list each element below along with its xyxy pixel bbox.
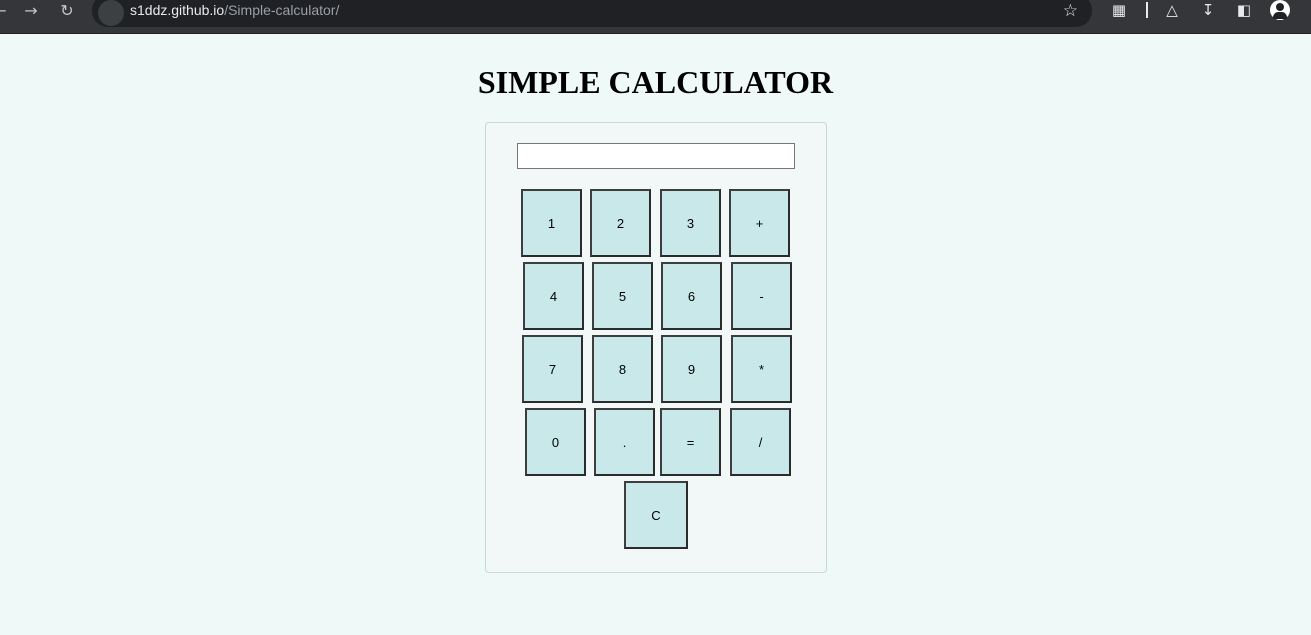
key-multiply-button[interactable]: *: [731, 335, 792, 403]
key-7-button[interactable]: 7: [522, 335, 583, 403]
key-minus-button[interactable]: -: [731, 262, 792, 330]
key-4-button[interactable]: 4: [523, 262, 584, 330]
key-5-button[interactable]: 5: [592, 262, 653, 330]
profile-avatar-icon[interactable]: [1270, 0, 1290, 20]
toolbar-divider: [1146, 2, 1148, 18]
labs-flask-icon[interactable]: △: [1161, 0, 1183, 20]
key-8-button[interactable]: 8: [592, 335, 653, 403]
page-title: SIMPLE CALCULATOR: [477, 64, 834, 100]
url-host: s1ddz.github.io: [130, 2, 225, 18]
key-1-button[interactable]: 1: [521, 189, 582, 257]
key-6-button[interactable]: 6: [661, 262, 722, 330]
key-0-button[interactable]: 0: [525, 408, 586, 476]
key-decimal-button[interactable]: .: [594, 408, 655, 476]
side-panel-icon[interactable]: ◧: [1233, 0, 1255, 20]
address-bar[interactable]: s1ddz.github.io/Simple-calculator/ ☆: [92, 0, 1092, 27]
back-arrow-icon[interactable]: ←: [0, 0, 12, 20]
forward-arrow-icon[interactable]: →: [19, 0, 43, 20]
key-plus-button[interactable]: +: [729, 189, 790, 257]
key-equals-button[interactable]: =: [660, 408, 721, 476]
key-clear-button[interactable]: C: [624, 481, 688, 549]
key-9-button[interactable]: 9: [661, 335, 722, 403]
site-settings-icon[interactable]: [98, 0, 124, 26]
key-2-button[interactable]: 2: [590, 189, 651, 257]
reload-icon[interactable]: ↻: [55, 0, 79, 20]
url-text[interactable]: s1ddz.github.io/Simple-calculator/: [130, 2, 339, 18]
calculator-display-input[interactable]: [517, 143, 795, 169]
extensions-icon[interactable]: ▦: [1108, 0, 1130, 20]
bookmark-star-icon[interactable]: ☆: [1063, 1, 1078, 21]
key-3-button[interactable]: 3: [660, 189, 721, 257]
url-path: /Simple-calculator/: [224, 2, 340, 18]
browser-toolbar: ← → ↻ s1ddz.github.io/Simple-calculator/…: [0, 0, 1311, 34]
key-divide-button[interactable]: /: [730, 408, 791, 476]
download-icon[interactable]: ↧: [1197, 0, 1219, 20]
